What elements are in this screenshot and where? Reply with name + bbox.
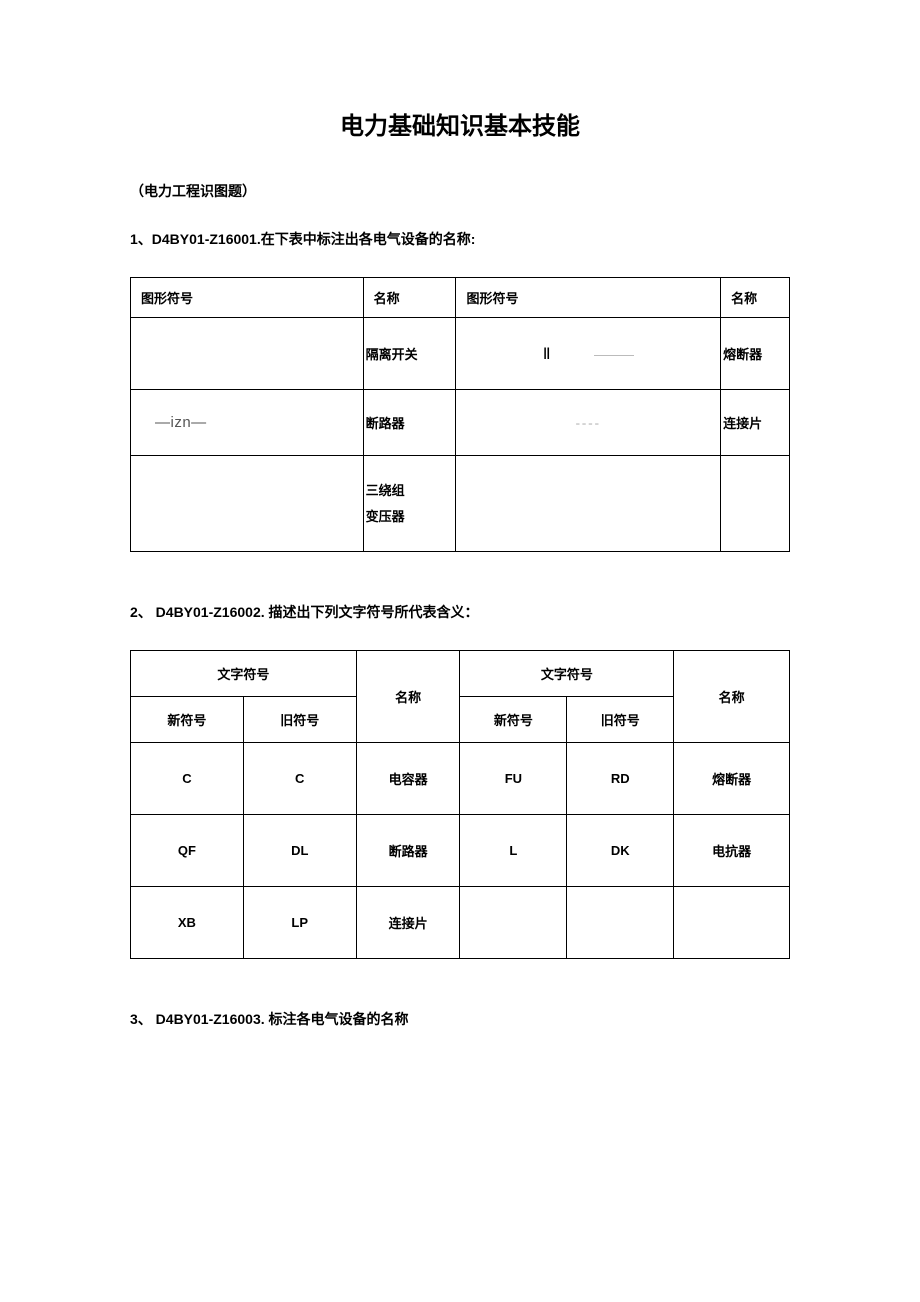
sym-cell xyxy=(460,887,567,959)
table-row: 文字符号 名称 文字符号 名称 xyxy=(131,651,790,697)
sym-cell: DK xyxy=(567,815,674,887)
col-header-name: 名称 xyxy=(721,278,790,318)
symbol-cell: Ⅱ xyxy=(456,318,721,390)
name-cell: 电容器 xyxy=(356,743,460,815)
table-row: —izn— 断路器 ---- 连接片 xyxy=(131,390,790,456)
sym-cell: FU xyxy=(460,743,567,815)
line-icon xyxy=(594,355,634,356)
question-2-label: 2、 D4BY01-Z16002. 描述出下列文字符号所代表含义： xyxy=(130,602,790,622)
sym-cell: L xyxy=(460,815,567,887)
sym-cell: RD xyxy=(567,743,674,815)
symbol-cell: —izn— xyxy=(131,390,364,456)
symbol-cell xyxy=(131,318,364,390)
col-header-textsymbol: 文字符号 xyxy=(460,651,674,697)
table-row: 三绕组 变压器 xyxy=(131,456,790,552)
name-cell: 熔断器 xyxy=(674,743,790,815)
symbol-cell xyxy=(131,456,364,552)
col-header-new: 新符号 xyxy=(131,697,244,743)
name-cell: 断路器 xyxy=(363,390,456,456)
name-cell xyxy=(721,456,790,552)
question-3-label: 3、 D4BY01-Z16003. 标注各电气设备的名称 xyxy=(130,1009,790,1029)
symbol-cell xyxy=(456,456,721,552)
col-header-symbol: 图形符号 xyxy=(456,278,721,318)
table-2: 文字符号 名称 文字符号 名称 新符号 旧符号 新符号 旧符号 C C 电容器 … xyxy=(130,650,790,959)
symbol-cell: ---- xyxy=(456,390,721,456)
sym-cell xyxy=(567,887,674,959)
col-header-symbol: 图形符号 xyxy=(131,278,364,318)
table-row: QF DL 断路器 L DK 电抗器 xyxy=(131,815,790,887)
col-header-old: 旧符号 xyxy=(567,697,674,743)
roman-two-icon: Ⅱ xyxy=(543,346,551,363)
col-header-name: 名称 xyxy=(356,651,460,743)
sym-cell: XB xyxy=(131,887,244,959)
col-header-name: 名称 xyxy=(674,651,790,743)
sym-cell: C xyxy=(131,743,244,815)
sym-cell: DL xyxy=(243,815,356,887)
table-row: 图形符号 名称 图形符号 名称 xyxy=(131,278,790,318)
question-1-label: 1、D4BY01-Z16001.在下表中标注出各电气设备的名称: xyxy=(130,229,790,249)
table-row: XB LP 连接片 xyxy=(131,887,790,959)
sym-cell: QF xyxy=(131,815,244,887)
col-header-name: 名称 xyxy=(363,278,456,318)
name-cell: 连接片 xyxy=(356,887,460,959)
sym-cell: LP xyxy=(243,887,356,959)
col-header-new: 新符号 xyxy=(460,697,567,743)
name-cell: 三绕组 变压器 xyxy=(363,456,456,552)
name-cell: 熔断器 xyxy=(721,318,790,390)
table-row: 隔离开关 Ⅱ 熔断器 xyxy=(131,318,790,390)
section-subtitle: （电力工程识图题） xyxy=(130,181,790,201)
page-title: 电力基础知识基本技能 xyxy=(130,106,790,141)
name-cell: 断路器 xyxy=(356,815,460,887)
col-header-textsymbol: 文字符号 xyxy=(131,651,357,697)
sym-cell: C xyxy=(243,743,356,815)
table-row: C C 电容器 FU RD 熔断器 xyxy=(131,743,790,815)
table-1: 图形符号 名称 图形符号 名称 隔离开关 Ⅱ 熔断器 —izn— 断路器 ---… xyxy=(130,277,790,552)
name-cell: 电抗器 xyxy=(674,815,790,887)
name-cell: 连接片 xyxy=(721,390,790,456)
col-header-old: 旧符号 xyxy=(243,697,356,743)
name-cell: 隔离开关 xyxy=(363,318,456,390)
name-cell xyxy=(674,887,790,959)
